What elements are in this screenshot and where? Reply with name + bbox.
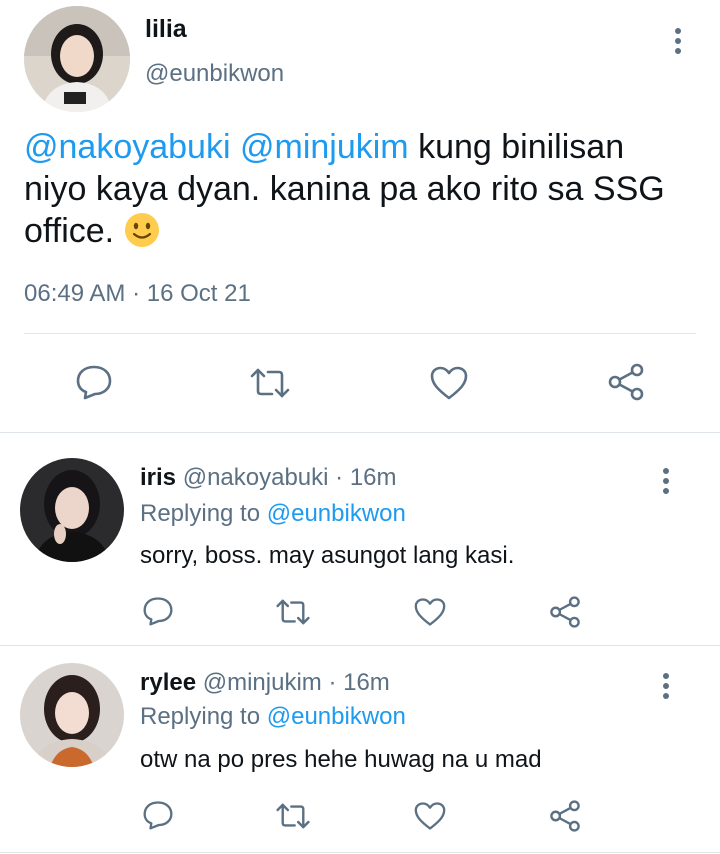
slightly-smiling-face-icon bbox=[124, 213, 159, 247]
tweet-text-line1: kung binilisan bbox=[408, 128, 625, 166]
reply-header: iris @nakoyabuki · 16m bbox=[140, 464, 397, 492]
mention-link[interactable]: @eunbikwon bbox=[267, 703, 406, 730]
reply-header: rylee @minjukim · 16m bbox=[140, 669, 390, 697]
reply-icon[interactable] bbox=[75, 364, 113, 400]
relative-time: · 16m bbox=[321, 669, 390, 696]
avatar[interactable] bbox=[24, 6, 130, 112]
avatar-photo bbox=[20, 663, 124, 767]
reply-tweet[interactable]: rylee @minjukim · 16m Replying to @eunbi… bbox=[0, 645, 720, 854]
relative-time: · 16m bbox=[328, 464, 397, 491]
more-icon[interactable] bbox=[662, 673, 670, 703]
timestamp[interactable]: 06:49 AM · 16 Oct 21 bbox=[24, 280, 251, 308]
share-icon[interactable] bbox=[548, 799, 582, 833]
like-icon[interactable] bbox=[413, 801, 447, 831]
tweet-text-rest: niyo kaya dyan. kanina pa ako rito sa SS… bbox=[24, 170, 665, 250]
avatar[interactable] bbox=[20, 458, 124, 562]
share-icon[interactable] bbox=[606, 362, 646, 402]
like-icon[interactable] bbox=[413, 597, 447, 627]
main-tweet: lilia @eunbikwon @nakoyabuki @minjukim k… bbox=[0, 0, 720, 432]
more-icon[interactable] bbox=[674, 28, 682, 58]
replying-to: Replying to @eunbikwon bbox=[140, 703, 406, 730]
reply-tweet[interactable]: iris @nakoyabuki · 16m Replying to @eunb… bbox=[0, 432, 720, 645]
display-name[interactable]: rylee bbox=[140, 669, 196, 696]
handle[interactable]: @eunbikwon bbox=[145, 60, 284, 88]
divider bbox=[0, 852, 720, 853]
handle[interactable]: @minjukim bbox=[203, 669, 322, 696]
mention-link[interactable]: @nakoyabuki bbox=[24, 128, 231, 166]
like-icon[interactable] bbox=[429, 365, 469, 401]
retweet-icon[interactable] bbox=[249, 367, 291, 399]
reply-icon[interactable] bbox=[142, 800, 174, 830]
display-name[interactable]: lilia bbox=[145, 15, 187, 44]
avatar-photo bbox=[20, 458, 124, 562]
mention-link[interactable]: @minjukim bbox=[240, 128, 409, 166]
avatar[interactable] bbox=[20, 663, 124, 767]
replying-to: Replying to @eunbikwon bbox=[140, 500, 406, 527]
more-icon[interactable] bbox=[662, 468, 670, 498]
handle[interactable]: @nakoyabuki bbox=[183, 464, 329, 491]
reply-icon[interactable] bbox=[142, 596, 174, 626]
divider bbox=[24, 333, 696, 334]
tweet-text: @nakoyabuki @minjukim kung binilisan niy… bbox=[24, 126, 704, 252]
retweet-icon[interactable] bbox=[275, 802, 311, 830]
share-icon[interactable] bbox=[548, 595, 582, 629]
avatar-photo bbox=[24, 6, 130, 112]
reply-text: otw na po pres hehe huwag na u mad bbox=[140, 746, 542, 773]
reply-text: sorry, boss. may asungot lang kasi. bbox=[140, 542, 515, 569]
retweet-icon[interactable] bbox=[275, 598, 311, 626]
mention-link[interactable]: @eunbikwon bbox=[267, 500, 406, 527]
display-name[interactable]: iris bbox=[140, 464, 176, 491]
